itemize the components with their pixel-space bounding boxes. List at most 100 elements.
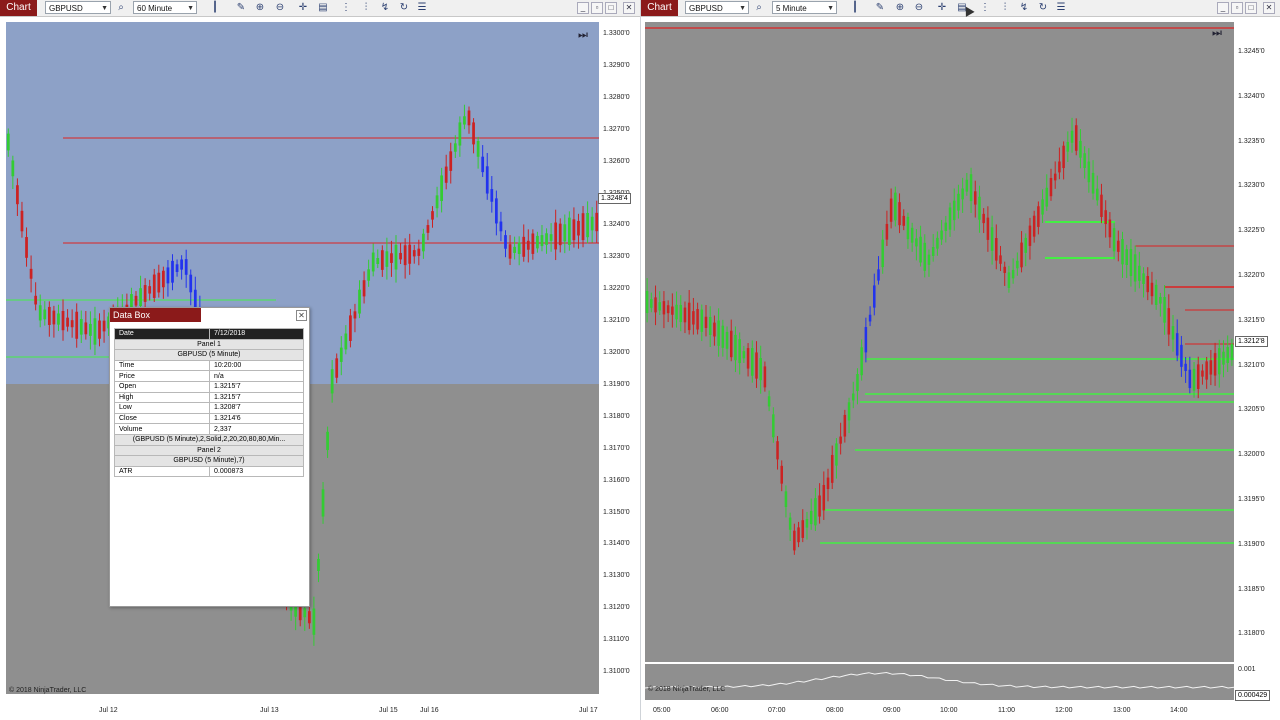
- data-box-row: Close 1.3214'6: [114, 412, 304, 425]
- data-box-row: High 1.3215'7: [114, 391, 304, 404]
- atr-indicator-panel[interactable]: [645, 664, 1234, 700]
- candle-body: [98, 320, 101, 339]
- candle-body: [307, 611, 311, 624]
- properties-icon[interactable]: ⋮: [979, 2, 991, 14]
- candle-body: [586, 212, 589, 238]
- interval-selector[interactable]: 5 Minute ▼: [772, 1, 837, 14]
- left-price-axis[interactable]: 1.3300'0 1.3290'0 1.3280'0 1.3270'0 1.3260'0…: [599, 22, 639, 694]
- candle-body: [999, 255, 1002, 264]
- right-chart-window: Chart GBPUSD ▼ ⌕ 5 Minute ▼ ┃ ✎ ⊕ ⊖ ✛ ▤ ⋮ …: [641, 0, 1280, 720]
- candle-body: [458, 122, 462, 146]
- candle-body: [499, 221, 503, 232]
- search-icon[interactable]: ⌕: [115, 2, 127, 14]
- candle-body: [952, 200, 956, 221]
- left-time-axis[interactable]: Jul 12 Jul 13 Jul 15 Jul 16 Jul 17: [6, 702, 599, 720]
- data-box-table: Date 7/12/2018 Panel 1 GBPUSD (5 Minute)…: [114, 328, 304, 478]
- restore-icon[interactable]: ▫: [591, 2, 603, 14]
- zoom-out-icon[interactable]: ⊖: [274, 2, 286, 14]
- refresh-icon[interactable]: ↻: [398, 2, 410, 14]
- candle-body: [822, 484, 826, 511]
- databox-icon[interactable]: ▤: [317, 2, 329, 14]
- pencil-icon[interactable]: ✎: [874, 2, 886, 14]
- candle-body: [166, 267, 170, 284]
- data-box-title[interactable]: Data Box: [110, 308, 201, 322]
- data-box-row: Volume 2,337: [114, 423, 304, 435]
- candle-body: [412, 250, 416, 257]
- candle-body: [788, 517, 792, 530]
- instrument-selector[interactable]: GBPUSD ▼: [45, 1, 111, 14]
- chart-menu-button[interactable]: Chart: [641, 0, 678, 16]
- candle-body: [449, 151, 453, 171]
- candle-body: [6, 133, 10, 151]
- chart-menu-button[interactable]: Chart: [0, 0, 37, 16]
- candle-body: [687, 302, 691, 331]
- right-price-plot[interactable]: [645, 22, 1234, 662]
- strategy-icon[interactable]: ⫶: [999, 2, 1011, 14]
- refresh-icon[interactable]: ↻: [1037, 2, 1049, 14]
- instrument-selector[interactable]: GBPUSD ▼: [685, 1, 749, 14]
- properties-icon[interactable]: ⋮: [340, 2, 352, 14]
- candle-body: [1184, 363, 1187, 371]
- candle-body: [89, 323, 92, 336]
- crosshair-icon[interactable]: ✛: [297, 2, 309, 14]
- candle-body: [1079, 140, 1082, 158]
- right-time-axis[interactable]: 05:00 06:00 07:00 08:00 09:00 10:00 11:00 12:00…: [645, 702, 1234, 720]
- crosshair-icon[interactable]: ✛: [936, 2, 948, 14]
- candle-body: [729, 330, 733, 358]
- candle-body: [34, 295, 38, 305]
- row-value: 1.3215'7: [209, 380, 304, 393]
- maximize-icon[interactable]: □: [1245, 2, 1257, 14]
- candle-body: [1117, 240, 1120, 252]
- candle-body: [843, 414, 847, 437]
- candle-body: [476, 141, 480, 157]
- indicators-icon[interactable]: ↯: [379, 2, 391, 14]
- close-icon[interactable]: ✕: [296, 310, 307, 321]
- indicators-icon[interactable]: ↯: [1018, 2, 1030, 14]
- time-tick-label: 13:00: [1113, 707, 1131, 714]
- candle-body: [29, 268, 33, 279]
- list-icon[interactable]: ☰: [1055, 2, 1067, 14]
- maximize-icon[interactable]: □: [605, 2, 617, 14]
- interval-selector[interactable]: 60 Minute ▼: [133, 1, 197, 14]
- candle-body: [171, 260, 174, 283]
- candle-body: [898, 202, 901, 226]
- candle-body: [431, 211, 434, 220]
- minimize-icon[interactable]: _: [1217, 2, 1229, 14]
- candle-body: [860, 347, 863, 376]
- data-box-window[interactable]: Data Box ✕ Date 7/12/2018 Panel 1 GBPUSD…: [109, 307, 310, 607]
- zoom-in-icon[interactable]: ⊕: [254, 2, 266, 14]
- zoom-in-icon[interactable]: ⊕: [894, 2, 906, 14]
- time-tick-label: 05:00: [653, 707, 671, 714]
- candle-body: [746, 348, 750, 369]
- row-value: 10:20:00: [209, 359, 304, 372]
- zoom-out-icon[interactable]: ⊖: [913, 2, 925, 14]
- candle-body: [1074, 125, 1078, 151]
- price-tick-label: 1.3230'0: [1238, 182, 1265, 190]
- pencil-icon[interactable]: ✎: [235, 2, 247, 14]
- candle-body: [708, 316, 712, 335]
- price-tick-label: 1.3190'0: [1238, 540, 1265, 548]
- list-icon[interactable]: ☰: [416, 2, 428, 14]
- close-icon[interactable]: ✕: [1263, 2, 1275, 14]
- minimize-icon[interactable]: _: [577, 2, 589, 14]
- restore-icon[interactable]: ▫: [1231, 2, 1243, 14]
- chart-bars-icon[interactable]: ┃: [209, 2, 221, 14]
- candle-body: [139, 288, 142, 306]
- candle-body: [84, 322, 88, 335]
- row-label: Price: [114, 370, 210, 382]
- candle-body: [776, 441, 779, 460]
- close-icon[interactable]: ✕: [623, 2, 635, 14]
- candle-body: [590, 216, 594, 231]
- chart-bars-icon[interactable]: ┃: [849, 2, 861, 14]
- row-value: 0.000873: [209, 465, 304, 478]
- scroll-to-end-icon[interactable]: ⏭: [578, 29, 588, 42]
- candle-body: [662, 301, 666, 315]
- scroll-to-end-icon[interactable]: ⏭: [1212, 27, 1222, 40]
- candle-body: [1091, 172, 1095, 194]
- candle-body: [885, 223, 889, 240]
- price-tick-label: 1.3180'0: [603, 412, 630, 420]
- search-icon[interactable]: ⌕: [753, 2, 765, 14]
- strategy-icon[interactable]: ⫶: [360, 2, 372, 14]
- candle-body: [1167, 308, 1171, 335]
- candle-body: [371, 252, 375, 272]
